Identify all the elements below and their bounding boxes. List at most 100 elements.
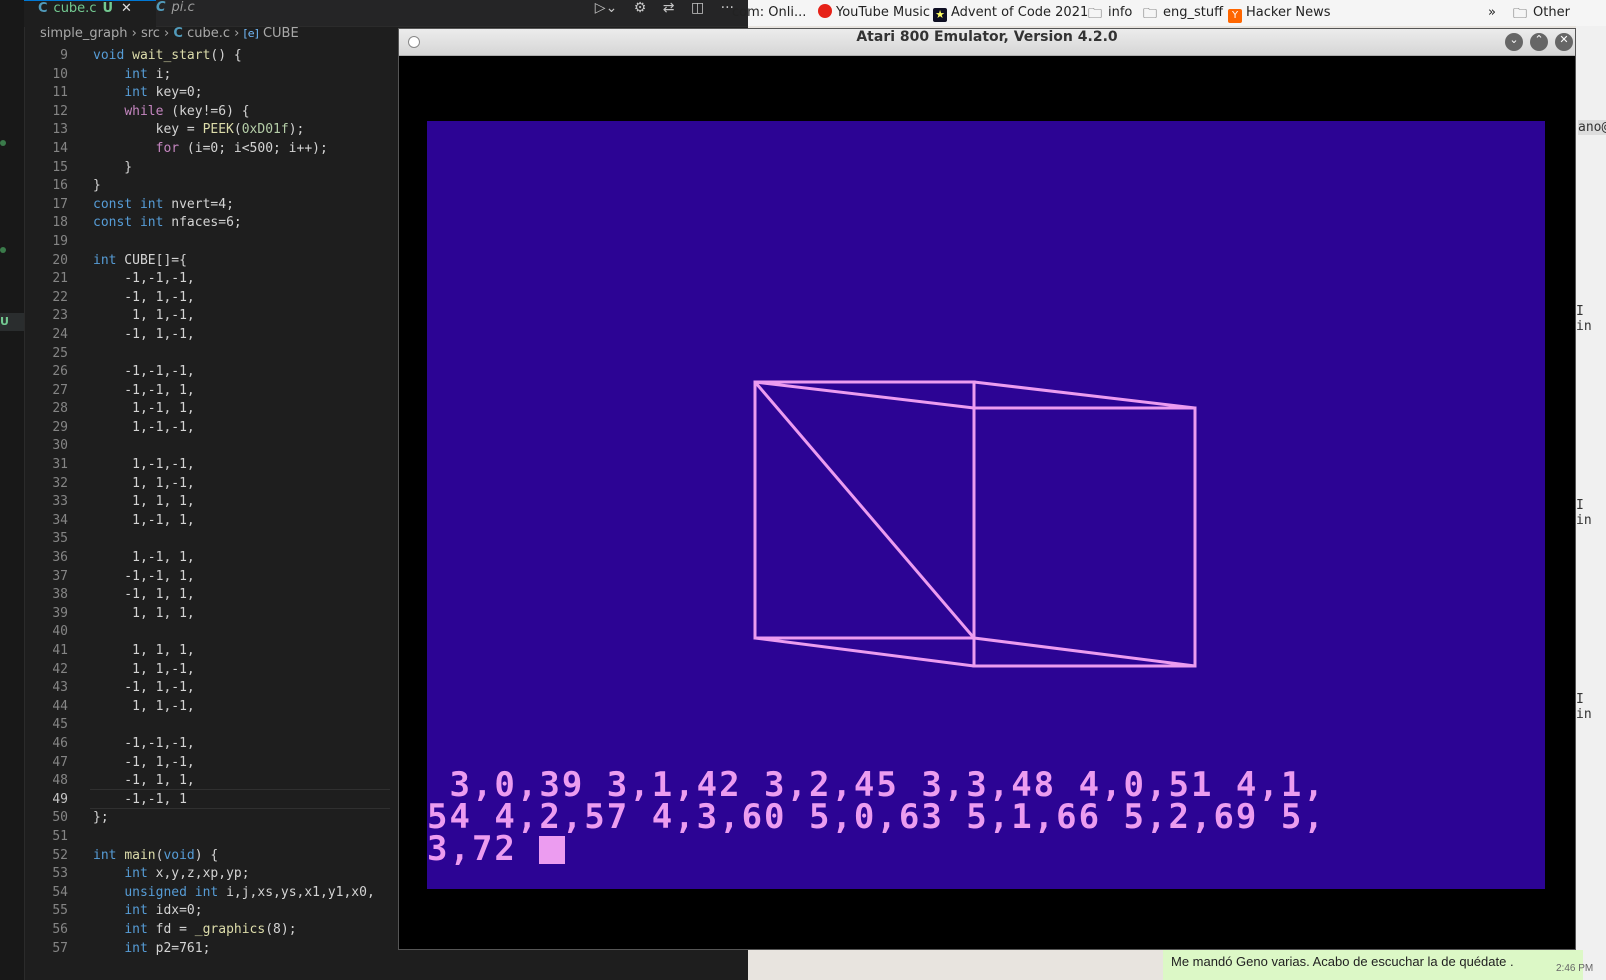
line-number[interactable]: 14 [24,140,68,159]
line-number[interactable]: 56 [24,921,68,940]
code-text[interactable]: while (key!=6) { [93,103,249,122]
line-number[interactable]: 19 [24,233,68,252]
code-text[interactable]: -1, 1, 1, [93,772,194,791]
run-icon[interactable]: ▷⌄ [595,0,618,16]
line-number[interactable]: 29 [24,419,68,438]
code-text[interactable]: -1,-1, 1, [93,568,194,587]
line-number[interactable]: 28 [24,400,68,419]
code-text[interactable]: key = PEEK(0xD01f); [93,121,305,140]
code-text[interactable]: int CUBE[]={ [93,252,187,271]
code-text[interactable]: 1, 1, 1, [93,605,195,624]
line-number[interactable]: 31 [24,456,68,475]
code-text[interactable]: 1,-1, 1, [93,512,195,531]
line-number[interactable]: 49 [24,791,68,810]
breadcrumb-item[interactable]: simple_graph [40,26,127,41]
line-number[interactable]: 26 [24,363,68,382]
code-text[interactable]: int i; [93,66,171,85]
line-number[interactable]: 18 [24,214,68,233]
line-number[interactable]: 21 [24,270,68,289]
line-number[interactable]: 38 [24,586,68,605]
breadcrumb-item[interactable]: cube.c [187,26,230,41]
code-text[interactable]: int key=0; [93,84,202,103]
line-number[interactable]: 12 [24,103,68,122]
more-bookmarks-icon[interactable]: » [1488,4,1496,22]
code-text[interactable]: const int nfaces=6; [93,214,242,233]
code-text[interactable]: -1,-1,-1, [93,363,194,382]
emulator-screen[interactable]: 3,0,39 3,1,42 3,2,45 3,3,48 4,0,51 4,1, 5… [427,121,1545,889]
line-number[interactable]: 50 [24,809,68,828]
code-text[interactable]: -1, 1,-1, [93,326,194,345]
line-number[interactable]: 24 [24,326,68,345]
line-number[interactable]: 37 [24,568,68,587]
line-number[interactable]: 34 [24,512,68,531]
code-text[interactable]: for (i=0; i<500; i++); [93,140,328,159]
line-number[interactable]: 30 [24,437,68,456]
breadcrumb-item[interactable]: CUBE [263,26,299,41]
line-number[interactable]: 44 [24,698,68,717]
line-number[interactable]: 9 [24,47,68,66]
bookmark-other[interactable]: 🗀 Other [1513,4,1570,22]
gear-icon[interactable]: ⚙ [634,0,647,16]
line-number[interactable]: 10 [24,66,68,85]
code-text[interactable]: 1, 1, 1, [93,493,195,512]
code-text[interactable]: 1, 1,-1, [93,307,195,326]
line-number[interactable]: 40 [24,623,68,642]
line-number[interactable]: 27 [24,382,68,401]
line-number[interactable]: 46 [24,735,68,754]
line-number[interactable]: 54 [24,884,68,903]
line-number[interactable]: 33 [24,493,68,512]
code-text[interactable]: -1, 1, 1, [93,586,194,605]
code-text[interactable]: int fd = _graphics(8); [93,921,296,940]
line-number[interactable]: 16 [24,177,68,196]
bookmark-eng-stuff[interactable]: 🗀 eng_stuff [1143,4,1223,22]
code-text[interactable]: 1,-1, 1, [93,549,195,568]
line-number[interactable]: 23 [24,307,68,326]
code-text[interactable]: const int nvert=4; [93,196,234,215]
tab-pi-c[interactable]: Cpi.c [142,0,256,26]
code-text[interactable]: 1, 1,-1, [93,661,195,680]
maximize-icon[interactable]: ⌃ [1530,33,1548,51]
bookmark-hacker-news[interactable]: Y Hacker News [1228,4,1331,23]
code-text[interactable]: int idx=0; [93,902,202,921]
code-text[interactable]: int p2=761; [93,940,210,959]
code-text[interactable]: 1,-1, 1, [93,400,195,419]
line-number[interactable]: 15 [24,159,68,178]
code-text[interactable]: -1,-1,-1, [93,735,194,754]
line-number[interactable]: 36 [24,549,68,568]
window-titlebar[interactable]: Atari 800 Emulator, Version 4.2.0 ⌄ ⌃ ✕ [399,29,1575,56]
line-number[interactable]: 41 [24,642,68,661]
code-text[interactable]: 1,-1,-1, [93,419,195,438]
bookmark-info[interactable]: 🗀 info [1088,4,1132,22]
code-text[interactable]: 1, 1,-1, [93,698,195,717]
bookmark-youtube-music[interactable]: YouTube Music [818,4,930,22]
line-number[interactable]: 55 [24,902,68,921]
code-text[interactable]: 1,-1,-1, [93,456,195,475]
code-text[interactable]: 1, 1,-1, [93,475,195,494]
code-text[interactable]: -1, 1,-1, [93,289,194,308]
code-text[interactable]: -1,-1,-1, [93,270,194,289]
code-text[interactable]: -1, 1,-1, [93,754,194,773]
bookmark-advent-of-code-2021[interactable]: ★ Advent of Code 2021 [933,4,1088,22]
line-number[interactable]: 42 [24,661,68,680]
line-number[interactable]: 43 [24,679,68,698]
line-number[interactable]: 22 [24,289,68,308]
tab-cube-c[interactable]: Ccube.c U ✕ [24,0,156,27]
code-text[interactable]: -1,-1, 1 [93,791,187,810]
code-text[interactable]: } [93,177,101,196]
line-number[interactable]: 45 [24,716,68,735]
code-text[interactable]: -1,-1, 1, [93,382,194,401]
code-text[interactable]: void wait_start() { [93,47,242,66]
scm-badge[interactable]: U [0,313,24,331]
line-number[interactable]: 32 [24,475,68,494]
breadcrumb-item[interactable]: src [141,26,160,41]
line-number[interactable]: 25 [24,345,68,364]
bookmark-com-onli[interactable]: com: Onli... [732,4,806,22]
line-number[interactable]: 52 [24,847,68,866]
line-number[interactable]: 57 [24,940,68,959]
code-text[interactable]: }; [93,809,109,828]
line-number[interactable]: 39 [24,605,68,624]
line-number[interactable]: 17 [24,196,68,215]
line-number[interactable]: 53 [24,865,68,884]
code-text[interactable]: int main(void) { [93,847,218,866]
close-icon[interactable]: ✕ [121,1,132,16]
